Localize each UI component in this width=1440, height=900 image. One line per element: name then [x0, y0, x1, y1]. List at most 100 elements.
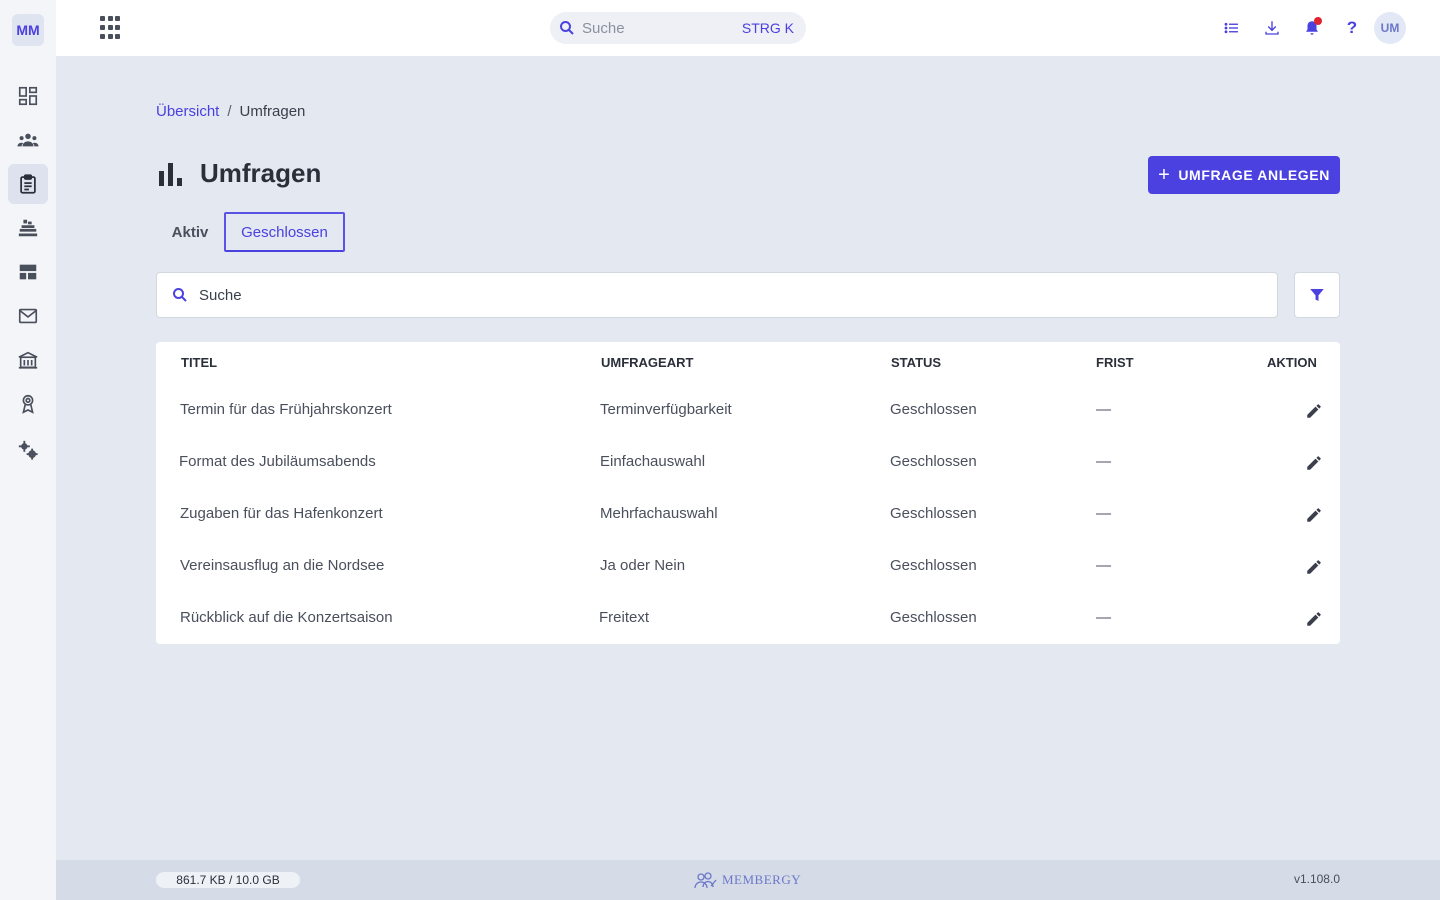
row-title: Zugaben für das Hafenkonzert: [180, 505, 383, 522]
column-header-umfrageart: UMFRAGEART: [601, 355, 694, 370]
search-icon: [173, 288, 187, 302]
row-status: Geschlossen: [890, 609, 977, 626]
table-row[interactable]: Format des Jubiläumsabends Einfachauswah…: [156, 436, 1340, 488]
top-bar: Suche STRG K ? UM: [56, 0, 1440, 56]
edit-button[interactable]: [1304, 505, 1324, 525]
page-title: Umfragen: [200, 158, 322, 188]
table-row[interactable]: Vereinsausflug an die Nordsee Ja oder Ne…: [156, 540, 1340, 592]
global-search-input[interactable]: Suche STRG K: [550, 12, 806, 44]
breadcrumb-separator: /: [227, 103, 232, 120]
bar-chart-icon: [159, 162, 182, 186]
list-icon: [1224, 22, 1238, 34]
row-status: Geschlossen: [890, 557, 977, 574]
row-type: Terminverfügbarkeit: [600, 401, 732, 418]
apps-grid-icon[interactable]: [100, 16, 124, 40]
edit-button[interactable]: [1304, 401, 1324, 421]
table-header: TITEL UMFRAGEART STATUS FRIST AKTION: [156, 342, 1340, 384]
app-version: v1.108.0: [1293, 872, 1340, 886]
sidebar-item-members[interactable]: [8, 120, 48, 160]
sidebar-item-surveys[interactable]: [8, 164, 48, 204]
search-icon: [560, 21, 574, 35]
pencil-icon: [1307, 560, 1321, 574]
edit-button[interactable]: [1304, 557, 1324, 577]
pencil-icon: [1307, 612, 1321, 626]
sidebar-item-groups[interactable]: [8, 252, 48, 292]
sidebar-item-mail[interactable]: [8, 296, 48, 336]
row-title: Vereinsausflug an die Nordsee: [180, 557, 385, 574]
breadcrumb-current: Umfragen: [239, 103, 306, 120]
task-list-button[interactable]: [1220, 16, 1244, 40]
brand-logo: MEMBERGY: [692, 870, 801, 890]
help-icon: ?: [1346, 18, 1358, 37]
column-header-status: STATUS: [891, 355, 942, 370]
search-shortcut: STRG K: [741, 20, 794, 36]
clipboard-icon: [20, 174, 36, 194]
table-row[interactable]: Rückblick auf die Konzertsaison Freitext…: [156, 592, 1340, 644]
row-deadline: —: [1096, 505, 1111, 522]
row-deadline: —: [1096, 401, 1111, 418]
pencil-icon: [1307, 456, 1321, 470]
notifications-button[interactable]: [1300, 16, 1324, 40]
group-icon: [17, 133, 39, 147]
tab-geschlossen[interactable]: Geschlossen: [224, 212, 345, 252]
row-type: Mehrfachauswahl: [600, 505, 718, 522]
table-row[interactable]: Termin für das Frühjahrskonzert Terminve…: [156, 384, 1340, 436]
building-icon: [18, 351, 38, 369]
filter-button[interactable]: [1294, 272, 1340, 318]
row-title: Rückblick auf die Konzertsaison: [180, 609, 393, 626]
breadcrumb: Übersicht / Umfragen: [156, 103, 305, 120]
surveys-table: TITEL UMFRAGEART STATUS FRIST AKTION Ter…: [156, 342, 1340, 644]
plus-icon: +: [1158, 164, 1171, 186]
create-survey-button[interactable]: + UMFRAGE ANLEGEN: [1148, 156, 1340, 194]
brand-name: MEMBERGY: [722, 872, 802, 887]
edit-button[interactable]: [1304, 609, 1324, 629]
sidebar-item-settings[interactable]: [8, 430, 48, 470]
edit-button[interactable]: [1304, 453, 1324, 473]
avatar[interactable]: UM: [1374, 12, 1406, 44]
filter-icon: [1310, 289, 1324, 301]
tab-aktiv[interactable]: Aktiv: [160, 212, 220, 252]
footer: 861.7 KB / 10.0 GB MEMBERGY v1.108.0: [56, 860, 1440, 900]
survey-search-value: Suche: [199, 286, 242, 304]
column-header-aktion: AKTION: [1267, 355, 1317, 370]
row-type: Ja oder Nein: [600, 557, 686, 574]
row-deadline: —: [1096, 557, 1111, 574]
row-status: Geschlossen: [890, 453, 977, 470]
award-icon: [22, 394, 34, 414]
row-title: Termin für das Frühjahrskonzert: [180, 401, 392, 418]
row-type: Freitext: [599, 609, 650, 626]
search-placeholder: Suche: [582, 19, 625, 37]
row-deadline: —: [1096, 609, 1111, 626]
row-type: Einfachauswahl: [600, 453, 706, 470]
pencil-icon: [1307, 404, 1321, 418]
create-survey-label: UMFRAGE ANLEGEN: [1178, 167, 1330, 183]
gears-icon: [18, 440, 38, 460]
row-status: Geschlossen: [890, 505, 977, 522]
download-icon: [1265, 21, 1279, 35]
sidebar-item-awards[interactable]: [8, 384, 48, 424]
row-status: Geschlossen: [890, 401, 977, 418]
column-header-titel: TITEL: [181, 355, 218, 370]
storage-usage: 861.7 KB / 10.0 GB: [156, 872, 300, 888]
mail-icon: [18, 308, 38, 324]
sidebar: MM: [0, 0, 56, 900]
org-badge[interactable]: MM: [12, 14, 44, 46]
table-icon: [19, 264, 37, 280]
page-header: Umfragen: [156, 158, 321, 189]
dashboard-icon: [18, 86, 38, 106]
inventory-icon: [18, 219, 38, 237]
table-row[interactable]: Zugaben für das Hafenkonzert Mehrfachaus…: [156, 488, 1340, 540]
column-header-frist: FRIST: [1096, 355, 1134, 370]
sidebar-item-inventory[interactable]: [8, 208, 48, 248]
row-title: Format des Jubiläumsabends: [179, 453, 376, 470]
membergy-logo-icon: [694, 872, 717, 889]
row-deadline: —: [1096, 453, 1111, 470]
sidebar-item-dashboard[interactable]: [8, 76, 48, 116]
notification-dot: [1314, 17, 1322, 25]
sidebar-item-organization[interactable]: [8, 340, 48, 380]
breadcrumb-home-link[interactable]: Übersicht: [156, 103, 219, 120]
pencil-icon: [1307, 508, 1321, 522]
help-button[interactable]: ?: [1340, 16, 1364, 40]
downloads-button[interactable]: [1260, 16, 1284, 40]
survey-search-input[interactable]: Suche: [156, 272, 1278, 318]
